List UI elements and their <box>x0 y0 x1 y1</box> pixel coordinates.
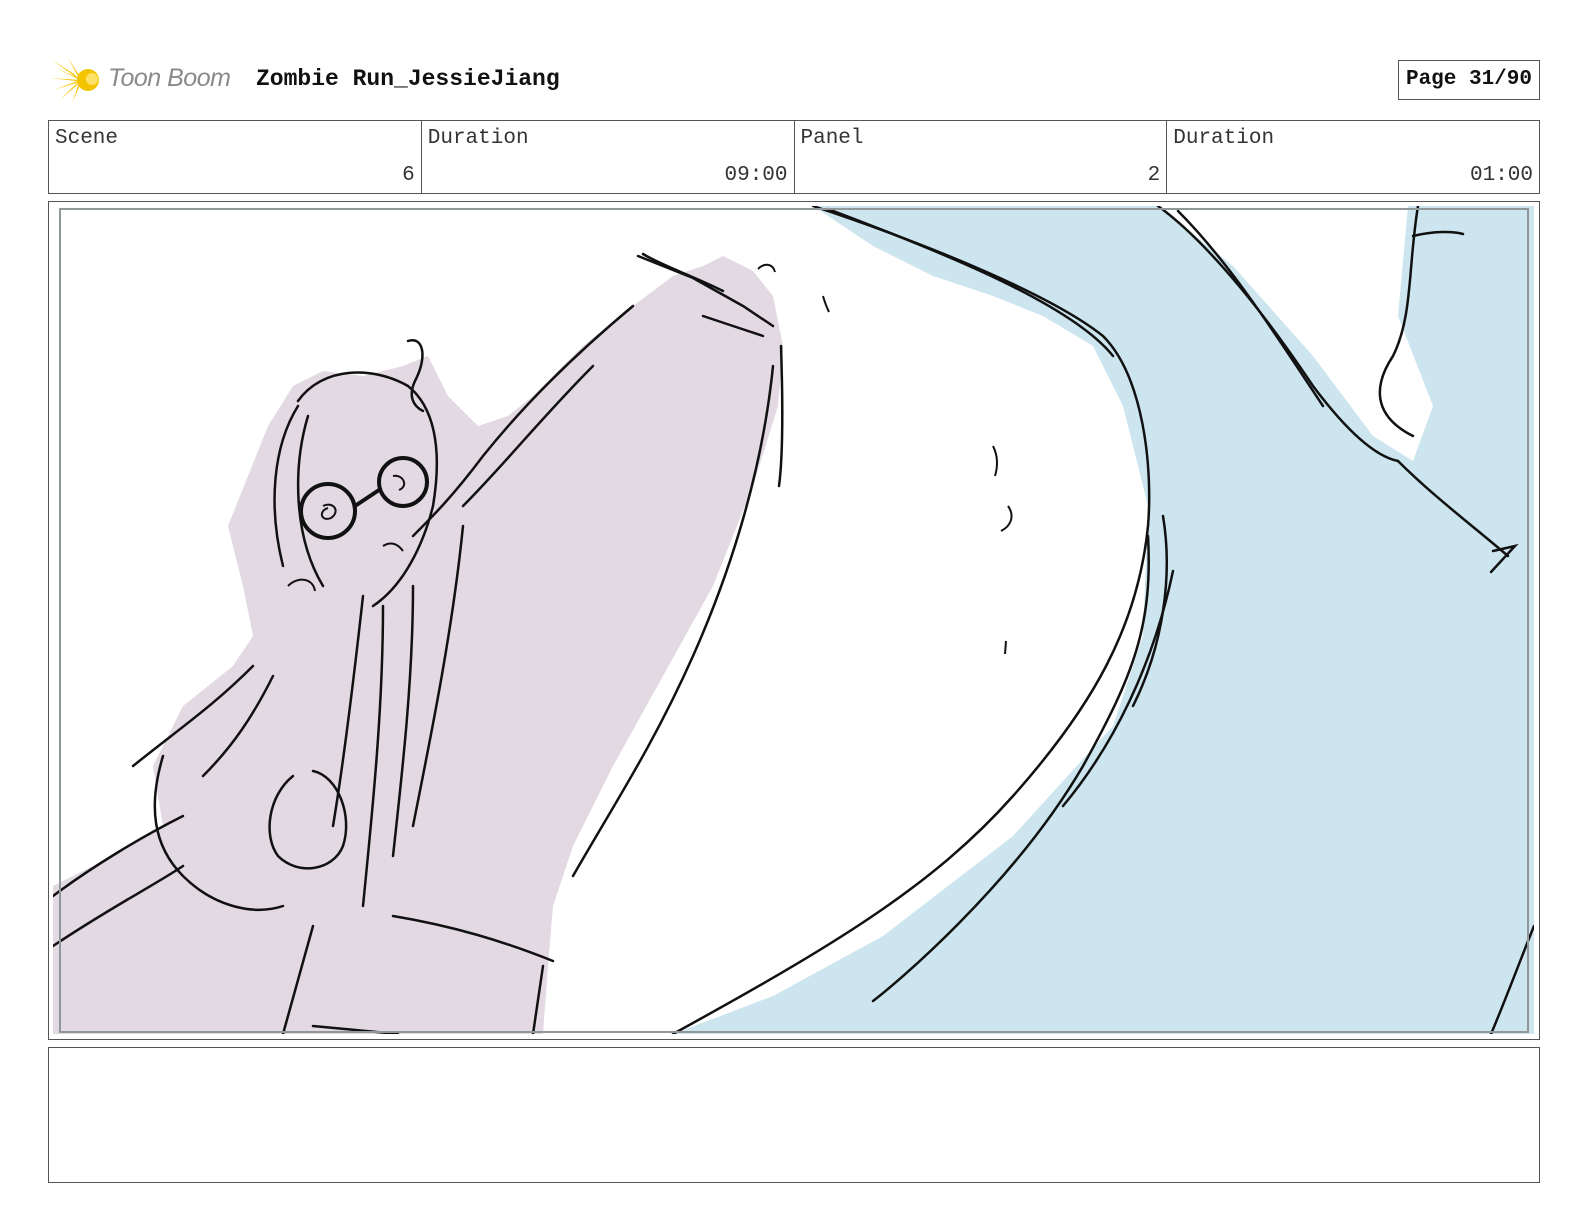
toon-boom-logo: Toon Boom <box>50 56 240 104</box>
panel-value: 2 <box>1147 164 1161 187</box>
background-blue-fill <box>673 206 1534 1034</box>
panel-label: Panel <box>800 127 864 150</box>
panel-duration-cell: Duration 01:00 <box>1167 121 1539 193</box>
panel-duration-label: Duration <box>1173 127 1275 150</box>
page-number: Page 31/90 <box>1397 60 1540 100</box>
scene-cell: Scene 6 <box>49 121 422 193</box>
project-title: Zombie Run_JessieJiang <box>256 66 560 92</box>
storyboard-panel[interactable] <box>48 201 1540 1040</box>
logo-wordmark: Toon Boom <box>108 64 231 92</box>
panel-cell: Panel 2 <box>795 121 1168 193</box>
panel-notes-area[interactable] <box>48 1047 1540 1183</box>
sunburst-icon <box>50 58 99 103</box>
panel-duration-value: 01:00 <box>1469 164 1533 187</box>
panel-sketch <box>53 206 1534 1034</box>
page-header: Toon Boom Zombie Run_JessieJiang Page 31… <box>48 56 1540 104</box>
scene-duration-label: Duration <box>427 127 529 150</box>
scene-info-bar: Scene 6 Duration 09:00 Panel 2 Duration … <box>48 120 1540 194</box>
scene-value: 6 <box>402 164 415 187</box>
sketch-drawing <box>53 206 1534 1034</box>
scene-duration-cell: Duration 09:00 <box>422 121 795 193</box>
scene-duration-value: 09:00 <box>724 164 788 187</box>
scene-label: Scene <box>55 127 119 150</box>
